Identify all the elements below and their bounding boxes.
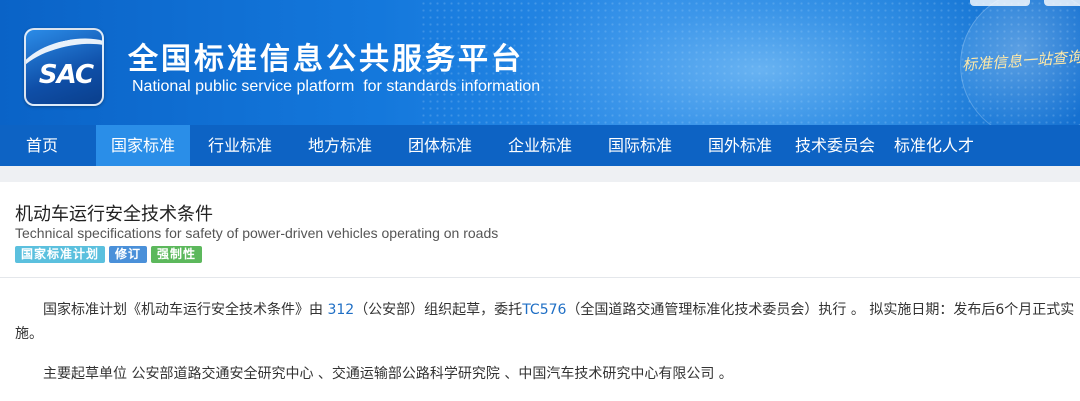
plan-paragraph: 国家标准计划《机动车运行安全技术条件》由 312（公安部）组织起草，委托TC57… xyxy=(15,298,1075,346)
nav-spacer xyxy=(0,166,1080,182)
plan-text-a: 国家标准计划《机动车运行安全技术条件》由 xyxy=(43,302,328,318)
top-tab-right[interactable] xyxy=(1044,0,1080,6)
nav-item-industry[interactable]: 行业标准 xyxy=(190,125,290,166)
committee-link[interactable]: TC576 xyxy=(522,302,566,318)
standard-title-en: Technical specifications for safety of p… xyxy=(15,225,499,241)
nav-item-national[interactable]: 国家标准 xyxy=(96,125,190,166)
drafting-units-paragraph: 主要起草单位 公安部道路交通安全研究中心 、交通运输部公路科学研究院 、中国汽车… xyxy=(43,366,733,382)
sac-logo[interactable]: SAC xyxy=(24,28,104,106)
standard-title-card: 机动车运行安全技术条件 Technical specifications for… xyxy=(0,182,1080,278)
nav-item-enterprise[interactable]: 企业标准 xyxy=(490,125,590,166)
site-subtitle: National public service platform for sta… xyxy=(132,78,541,95)
site-title: 全国标准信息公共服务平台 xyxy=(128,42,524,77)
nav-item-local[interactable]: 地方标准 xyxy=(290,125,390,166)
nav-item-home[interactable]: 首页 xyxy=(0,125,84,166)
drafting-org-link[interactable]: 312 xyxy=(327,302,354,318)
plan-text-b: （公安部）组织起草，委托 xyxy=(354,302,523,318)
tag-revision: 修订 xyxy=(109,246,148,263)
standard-description: 国家标准计划《机动车运行安全技术条件》由 312（公安部）组织起草，委托TC57… xyxy=(15,298,1075,386)
tag-national-plan: 国家标准计划 xyxy=(15,246,106,263)
nav-item-group[interactable]: 团体标准 xyxy=(390,125,490,166)
logo-text: SAC xyxy=(38,60,94,90)
standard-title: 机动车运行安全技术条件 xyxy=(15,204,213,225)
header-banner: SAC 全国标准信息公共服务平台 National public service… xyxy=(0,0,1080,125)
nav-item-committee[interactable]: 技术委员会 xyxy=(790,125,880,166)
top-tab-left[interactable] xyxy=(970,0,1030,6)
tag-mandatory: 强制性 xyxy=(151,246,203,263)
nav-item-foreign[interactable]: 国外标准 xyxy=(690,125,790,166)
standard-tags: 国家标准计划 修订 强制性 xyxy=(15,246,203,263)
nav-item-international[interactable]: 国际标准 xyxy=(590,125,690,166)
main-nav: 首页 国家标准 行业标准 地方标准 团体标准 企业标准 国际标准 国外标准 技术… xyxy=(0,125,1080,166)
banner-glow xyxy=(500,0,1020,125)
nav-item-talent[interactable]: 标准化人才 xyxy=(880,125,988,166)
